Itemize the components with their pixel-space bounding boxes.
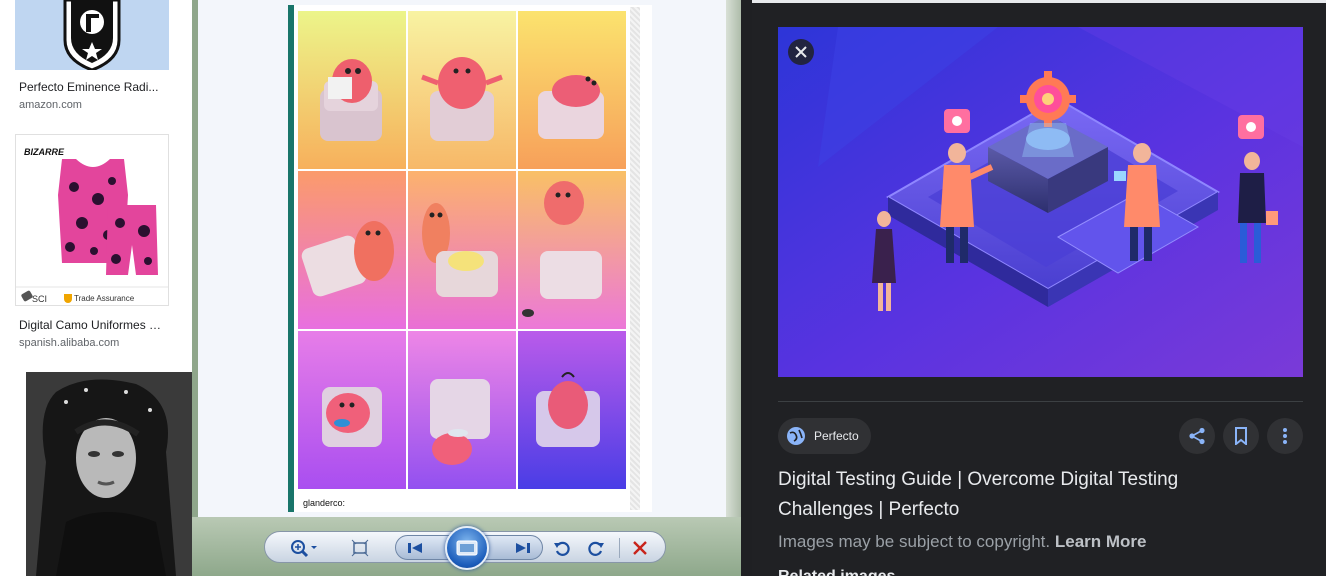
- result-source-1[interactable]: amazon.com: [19, 99, 82, 111]
- source-name: Perfecto: [814, 429, 859, 443]
- learn-more-link[interactable]: Learn More: [1055, 532, 1147, 551]
- trade-assurance-badge: Trade Assurance: [64, 294, 134, 303]
- image-detail-panel: Perfecto Digital Testing Guide | Overcom…: [752, 0, 1326, 576]
- comic-panel: [298, 331, 406, 489]
- toolbar-divider: [619, 538, 620, 558]
- result-caption-1[interactable]: Perfecto Eminence Radi...: [19, 80, 169, 94]
- save-button[interactable]: [1223, 418, 1259, 454]
- more-vert-icon: [1283, 428, 1287, 444]
- delete-button[interactable]: [629, 537, 651, 559]
- grid-line: [298, 169, 626, 171]
- result-caption-2[interactable]: Digital Camo Uniformes De...: [19, 318, 169, 332]
- share-button[interactable]: [1179, 418, 1215, 454]
- result-thumbnail-3[interactable]: [26, 372, 192, 576]
- globe-icon: [787, 427, 805, 445]
- grid-line: [406, 11, 408, 491]
- bookmark-icon: [1235, 427, 1247, 445]
- preview-image[interactable]: [778, 27, 1303, 377]
- share-icon: [1189, 427, 1205, 445]
- rotate-right-button[interactable]: [585, 537, 607, 559]
- next-button[interactable]: [512, 537, 534, 559]
- comic-panel: [408, 331, 516, 489]
- comic-panel: [408, 171, 516, 329]
- comic-panel: [518, 11, 626, 169]
- grid-line: [516, 11, 518, 491]
- divider: [778, 401, 1303, 402]
- more-options-button[interactable]: [1267, 418, 1303, 454]
- delete-icon: [633, 541, 647, 555]
- result-thumbnail-2[interactable]: BIZARRE SCI Trade Assurance: [15, 134, 169, 306]
- fit-to-window-button[interactable]: [349, 537, 371, 559]
- next-icon: [516, 543, 530, 553]
- zoom-icon: [291, 540, 317, 558]
- grid-line: [298, 329, 626, 331]
- close-button[interactable]: [788, 39, 814, 65]
- comic-credit: glanderco:: [303, 498, 346, 508]
- rotate-right-icon: [588, 541, 604, 556]
- comic-panel: [298, 11, 406, 169]
- panel-top-edge: [752, 0, 1326, 3]
- left-results-column: Perfecto Eminence Radi... amazon.com BIZ…: [0, 0, 192, 576]
- slideshow-button[interactable]: [445, 526, 489, 570]
- jersey-image: [16, 159, 168, 288]
- photo-viewer-window: glanderco:: [192, 0, 741, 576]
- comic-panel: [298, 171, 406, 329]
- comic-panel: [518, 331, 626, 489]
- comic-panel: [518, 171, 626, 329]
- fit-icon: [351, 539, 369, 557]
- result-title-link[interactable]: Digital Testing Guide | Overcome Digital…: [778, 465, 1248, 525]
- viewer-border: [726, 0, 741, 576]
- shield-icon: [64, 294, 72, 303]
- zoom-button[interactable]: [287, 537, 321, 559]
- source-chip[interactable]: Perfecto: [778, 418, 871, 454]
- comic-panel: [408, 11, 516, 169]
- rotate-left-icon: [554, 541, 570, 556]
- viewer-toolbar-area: [192, 517, 741, 576]
- rotate-left-button[interactable]: [551, 537, 573, 559]
- previous-icon: [408, 543, 422, 553]
- related-images-heading: Related images: [778, 568, 895, 576]
- jersey-corner-text: SCI: [32, 294, 48, 304]
- slideshow-icon: [456, 540, 478, 556]
- close-icon: [795, 46, 807, 58]
- copyright-text: Images may be subject to copyright.: [778, 532, 1051, 551]
- comic-image: glanderco:: [288, 5, 652, 512]
- comic-scroll-strip: [630, 7, 640, 510]
- trade-assurance-text: Trade Assurance: [74, 294, 135, 303]
- previous-button[interactable]: [404, 537, 426, 559]
- comic-edge-bar: [288, 5, 294, 512]
- result-source-2[interactable]: spanish.alibaba.com: [19, 337, 119, 349]
- result-thumbnail-1[interactable]: [15, 0, 169, 70]
- viewer-toolbar: [264, 526, 666, 570]
- copyright-notice: Images may be subject to copyright. Lear…: [778, 532, 1147, 552]
- viewer-canvas: glanderco:: [198, 0, 726, 517]
